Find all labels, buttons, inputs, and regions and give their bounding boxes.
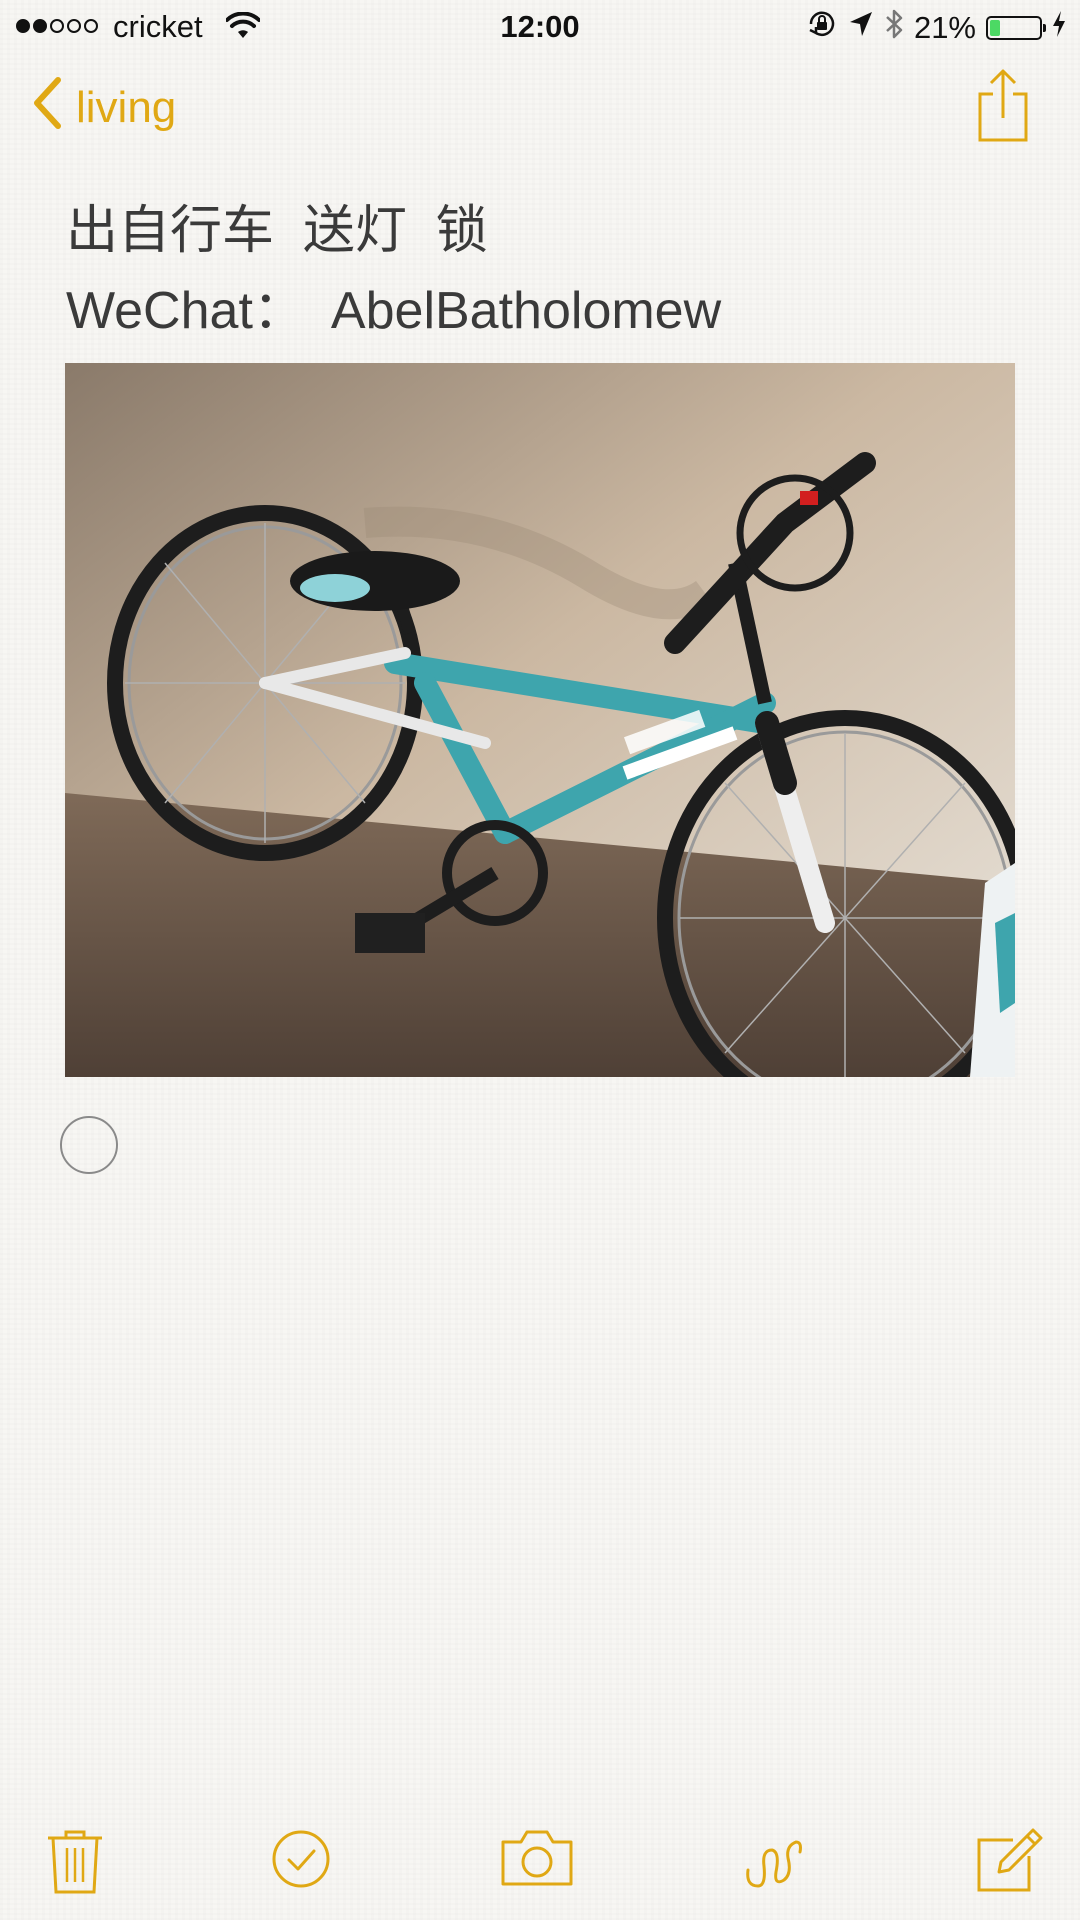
compose-button[interactable] bbox=[975, 1826, 1045, 1896]
chevron-left-icon bbox=[32, 76, 76, 140]
location-icon bbox=[848, 10, 874, 46]
note-line-2[interactable]: WeChat： AbelBatholomew bbox=[66, 268, 721, 343]
back-label: living bbox=[76, 83, 177, 132]
bluetooth-icon bbox=[884, 8, 904, 48]
note-line-1[interactable]: 出自行车 送灯 锁 bbox=[66, 188, 488, 263]
checklist-icon bbox=[266, 1830, 336, 1900]
camera-button[interactable] bbox=[499, 1826, 575, 1896]
bicycle-photo[interactable] bbox=[65, 363, 1015, 1077]
camera-icon bbox=[499, 1830, 575, 1900]
status-bar: cricket 12:00 21% bbox=[0, 0, 1080, 54]
compose-icon bbox=[975, 1828, 1045, 1900]
battery-icon bbox=[986, 16, 1046, 40]
battery-level bbox=[990, 20, 1001, 36]
orientation-lock-icon bbox=[806, 8, 838, 48]
sketch-icon bbox=[740, 1840, 810, 1900]
trash-icon bbox=[40, 1830, 110, 1900]
share-icon bbox=[975, 69, 1031, 148]
sketch-button[interactable] bbox=[740, 1826, 810, 1896]
checklist-checkbox[interactable] bbox=[60, 1116, 118, 1174]
charging-icon bbox=[1052, 10, 1066, 46]
share-button[interactable] bbox=[975, 68, 1031, 144]
checklist-button[interactable] bbox=[266, 1826, 336, 1896]
battery-percentage: 21% bbox=[913, 10, 976, 45]
back-button[interactable]: living bbox=[32, 76, 177, 140]
trash-button[interactable] bbox=[40, 1826, 110, 1896]
